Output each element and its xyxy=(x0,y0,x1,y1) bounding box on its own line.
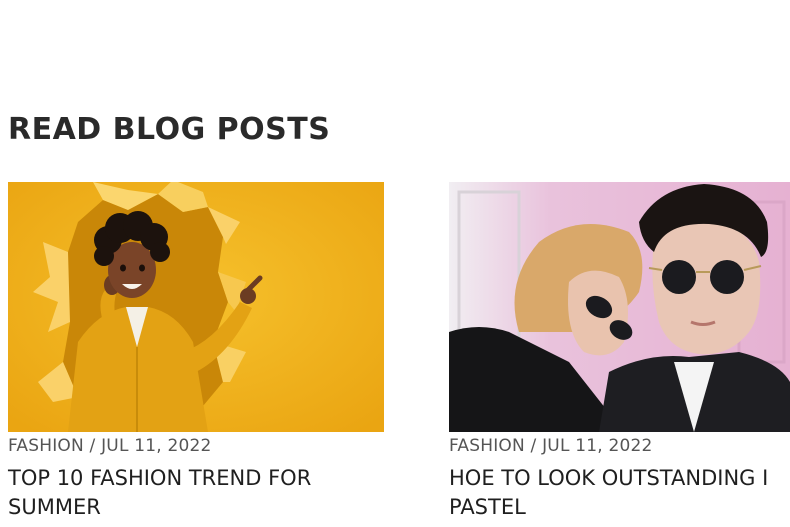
post-title: HOE TO LOOK OUTSTANDING I PASTEL xyxy=(449,464,790,522)
post-thumbnail-link[interactable] xyxy=(8,182,384,432)
post-title-link[interactable]: HOE TO LOOK OUTSTANDING I PASTEL xyxy=(449,466,790,522)
post-category-link[interactable]: FASHION xyxy=(449,436,525,456)
post-title: TOP 10 FASHION TREND FOR SUMMER xyxy=(8,464,384,522)
post-thumbnail-link[interactable] xyxy=(449,182,790,432)
post-title-line: PASTEL xyxy=(449,495,526,519)
meta-separator: / xyxy=(89,436,102,456)
post-date: JUL 11, 2022 xyxy=(542,436,653,456)
meta-separator: / xyxy=(530,436,543,456)
post-image-torn-paper-woman xyxy=(8,182,384,432)
section-title: READ BLOG POSTS xyxy=(8,112,331,147)
blog-card: FASHION / JUL 11, 2022 TOP 10 FASHION TR… xyxy=(8,182,384,522)
post-category-link[interactable]: FASHION xyxy=(8,436,84,456)
post-date: JUL 11, 2022 xyxy=(101,436,212,456)
post-meta: FASHION / JUL 11, 2022 xyxy=(8,436,384,456)
blog-card: FASHION / JUL 11, 2022 HOE TO LOOK OUTST… xyxy=(449,182,790,522)
blog-page: READ BLOG POSTS FASHION / JUL 11, 2022 T… xyxy=(0,0,790,527)
post-meta: FASHION / JUL 11, 2022 xyxy=(449,436,790,456)
post-title-link[interactable]: TOP 10 FASHION TREND FOR SUMMER xyxy=(8,466,311,519)
post-image-couple-sunglasses xyxy=(449,182,790,432)
post-title-line: HOE TO LOOK OUTSTANDING I xyxy=(449,466,769,490)
